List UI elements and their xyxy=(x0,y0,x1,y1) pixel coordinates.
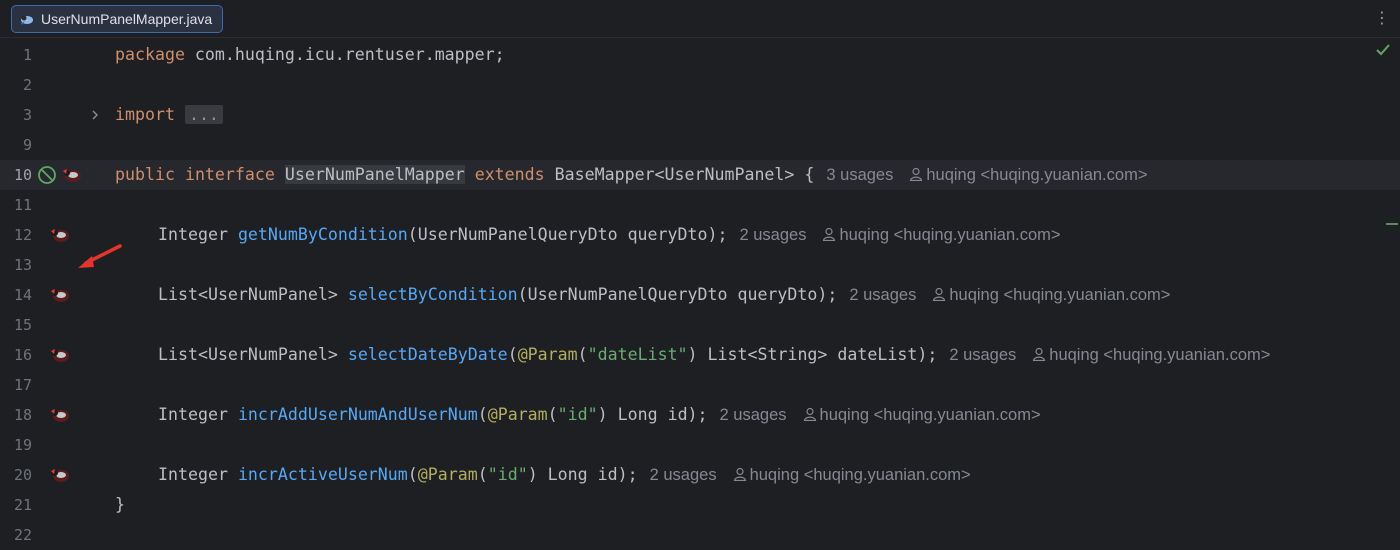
line-number: 9 xyxy=(22,136,32,154)
line-number: 22 xyxy=(13,526,32,544)
interface-name: UserNumPanelMapper xyxy=(284,165,465,184)
code-text: List<UserNumPanel> selectByCondition(Use… xyxy=(158,285,1171,304)
mybatis-mapper-icon xyxy=(21,15,33,25)
red-arrow-annotation xyxy=(78,244,122,268)
code-line: 11 xyxy=(0,190,1400,220)
line-number: 19 xyxy=(13,436,32,454)
usages-hint[interactable]: 2 usages xyxy=(949,346,1016,364)
person-icon xyxy=(1033,347,1046,361)
file-tab[interactable]: UserNumPanelMapper.java xyxy=(11,5,223,33)
code-editor[interactable]: 1 package com.huqing.icu.rentuser.mapper… xyxy=(0,38,1400,544)
code-text: } xyxy=(115,495,125,514)
line-number: 21 xyxy=(13,496,32,514)
more-options-icon[interactable]: ⋮ xyxy=(1374,8,1390,28)
code-line: 14 List<UserNumPanel> selectByCondition(… xyxy=(0,280,1400,310)
author-hint[interactable]: huqing <huqing.yuanian.com> xyxy=(822,226,1061,244)
line-number: 14 xyxy=(13,286,32,304)
author-hint[interactable]: huqing <huqing.yuanian.com> xyxy=(909,166,1147,184)
code-text: import ... xyxy=(115,100,223,130)
code-line: 12 Integer getNumByCondition(UserNumPane… xyxy=(0,220,1400,250)
code-text: Integer incrAddUserNumAndUserNum(@Param(… xyxy=(158,405,1041,424)
author-hint[interactable]: huqing <huqing.yuanian.com> xyxy=(733,466,971,484)
usages-hint[interactable]: 2 usages xyxy=(739,226,806,244)
line-number: 3 xyxy=(22,106,32,124)
code-line: 15 xyxy=(0,310,1400,340)
code-line: 17 xyxy=(0,370,1400,400)
mybatis-bird-icon[interactable] xyxy=(49,286,71,304)
author-hint[interactable]: huqing <huqing.yuanian.com> xyxy=(1032,346,1270,364)
usages-hint[interactable]: 3 usages xyxy=(826,166,893,184)
code-line-current: 10 public interface UserNumPanelMapper e… xyxy=(0,160,1400,190)
line-number: 15 xyxy=(13,316,32,334)
code-line: 18 Integer incrAddUserNumAndUserNum(@Par… xyxy=(0,400,1400,430)
mybatis-bird-icon[interactable] xyxy=(49,466,71,484)
code-line: 2 xyxy=(0,70,1400,100)
mybatis-bird-icon[interactable] xyxy=(49,226,71,244)
code-text: package com.huqing.icu.rentuser.mapper; xyxy=(115,45,505,64)
line-number: 2 xyxy=(22,76,32,94)
mybatis-bird-icon[interactable] xyxy=(49,406,71,424)
author-hint[interactable]: huqing <huqing.yuanian.com> xyxy=(932,286,1170,304)
code-line: 19 xyxy=(0,430,1400,460)
person-icon xyxy=(823,227,836,241)
editor-tab-bar: UserNumPanelMapper.java ⋮ xyxy=(0,0,1400,38)
line-number: 20 xyxy=(13,466,32,484)
usages-hint[interactable]: 2 usages xyxy=(849,286,916,304)
line-number: 12 xyxy=(13,226,32,244)
code-line: 9 xyxy=(0,130,1400,160)
line-number: 16 xyxy=(13,346,32,364)
file-tab-label: UserNumPanelMapper.java xyxy=(41,11,213,27)
person-icon xyxy=(803,407,816,421)
code-line: 22 xyxy=(0,520,1400,550)
usages-hint[interactable]: 2 usages xyxy=(650,466,717,484)
code-line: 21 } xyxy=(0,490,1400,520)
person-icon xyxy=(933,287,946,301)
code-text: Integer getNumByCondition(UserNumPanelQu… xyxy=(158,225,1061,244)
fold-chevron-right-icon[interactable] xyxy=(87,107,103,123)
code-line: 13 xyxy=(0,250,1400,280)
line-number: 13 xyxy=(13,256,32,274)
scrollbar-marker[interactable] xyxy=(1386,223,1398,225)
code-line: 16 List<UserNumPanel> selectDateByDate(@… xyxy=(0,340,1400,370)
code-text: Integer incrActiveUserNum(@Param("id") L… xyxy=(158,465,971,484)
line-number: 1 xyxy=(22,46,32,64)
mybatis-bird-icon[interactable] xyxy=(49,346,71,364)
code-text: public interface UserNumPanelMapper exte… xyxy=(115,165,1148,184)
code-line: 3 import ... xyxy=(0,100,1400,130)
folded-imports[interactable]: ... xyxy=(184,105,223,124)
author-hint[interactable]: huqing <huqing.yuanian.com> xyxy=(803,406,1041,424)
implemented-gutter-icon[interactable] xyxy=(37,165,57,185)
person-icon xyxy=(733,467,746,481)
mybatis-bird-icon[interactable] xyxy=(61,166,83,184)
usages-hint[interactable]: 2 usages xyxy=(720,406,787,424)
code-line: 1 package com.huqing.icu.rentuser.mapper… xyxy=(0,40,1400,70)
code-text: List<UserNumPanel> selectDateByDate(@Par… xyxy=(158,345,1271,364)
line-number: 11 xyxy=(13,196,32,214)
person-icon xyxy=(910,167,923,181)
code-line: 20 Integer incrActiveUserNum(@Param("id"… xyxy=(0,460,1400,490)
line-number: 10 xyxy=(13,166,32,184)
line-number: 17 xyxy=(13,376,32,394)
line-number: 18 xyxy=(13,406,32,424)
